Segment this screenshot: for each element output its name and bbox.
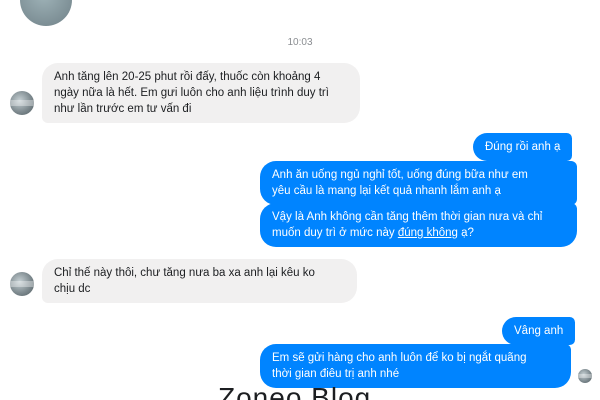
seen-avatar <box>578 369 592 383</box>
message-text-end: ạ? <box>457 227 474 239</box>
incoming-message: Chỉ thế này thôi, chư tăng nưa ba xa anh… <box>42 259 357 303</box>
avatar-photo <box>10 281 34 287</box>
outgoing-message: Vậy là Anh không cần tăng thêm thời gian… <box>260 203 577 247</box>
message-link[interactable]: đúng không <box>398 227 458 239</box>
message-timestamp: 10:03 <box>287 37 313 48</box>
incoming-message: Anh tăng lên 20-25 phut rồi đấy, thuốc c… <box>42 63 360 123</box>
avatar-photo <box>10 100 34 106</box>
sender-avatar[interactable] <box>10 91 34 115</box>
avatar-photo <box>578 374 592 378</box>
sender-avatar[interactable] <box>10 272 34 296</box>
contact-avatar-top[interactable] <box>20 0 72 26</box>
outgoing-message: Anh ăn uống ngủ nghỉ tốt, uống đúng bữa … <box>260 161 577 205</box>
outgoing-message: Vâng anh <box>502 317 576 345</box>
watermark-text: Zoneo Blog <box>218 382 372 400</box>
outgoing-message: Đúng rồi anh ạ <box>473 133 573 161</box>
